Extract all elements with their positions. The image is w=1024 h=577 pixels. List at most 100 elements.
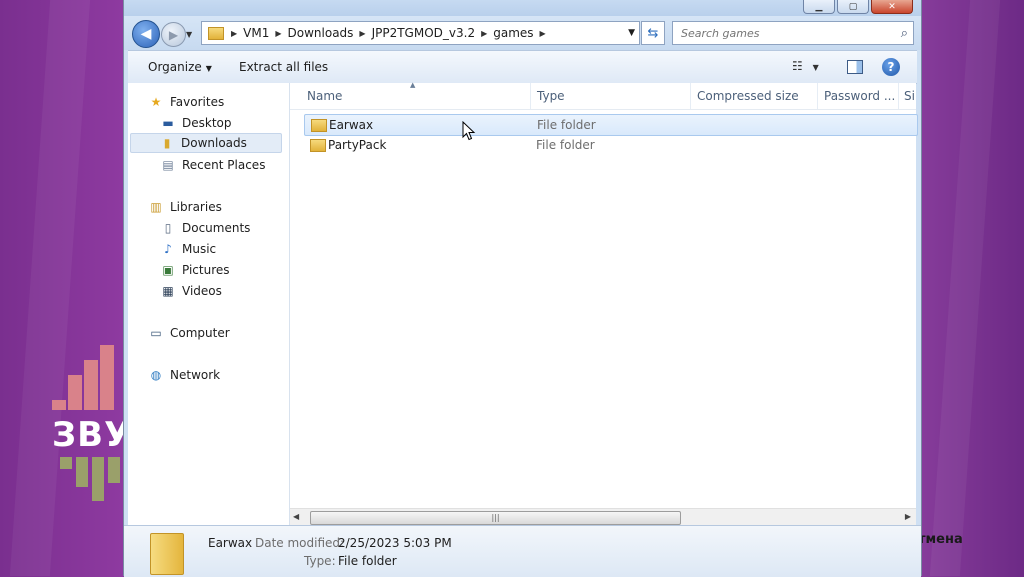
music-icon: ♪ (164, 242, 172, 256)
breadcrumb-downloads[interactable]: Downloads (285, 26, 357, 40)
organize-button[interactable]: Organize ▼ (148, 60, 212, 74)
column-divider[interactable] (530, 83, 531, 109)
videos-icon: ▦ (162, 284, 174, 298)
change-view-button[interactable]: ☷ ▼ (792, 59, 819, 73)
organize-label: Organize (148, 60, 202, 74)
sidebar-item-pictures[interactable]: ▣ Pictures (160, 260, 230, 280)
chevron-right-icon[interactable]: ▶ (356, 29, 368, 38)
folder-icon (208, 26, 224, 40)
column-compressed-size[interactable]: Compressed size (697, 89, 799, 103)
minimize-button[interactable]: ▁ (803, 0, 835, 14)
sidebar-label: Recent Places (182, 158, 266, 172)
date-modified-value: 2/25/2023 5:03 PM (338, 536, 452, 550)
chevron-down-icon: ▼ (812, 63, 819, 72)
file-row-earwax[interactable]: Earwax File folder (304, 114, 918, 136)
column-password[interactable]: Password ... (824, 89, 895, 103)
search-input[interactable] (679, 25, 883, 41)
file-list-pane: ▲ Name Type Compressed size Password ...… (290, 81, 918, 525)
breadcrumb-jpp2tgmod[interactable]: JPP2TGMOD_v3.2 (369, 26, 479, 40)
column-divider[interactable] (817, 83, 818, 109)
help-icon[interactable]: ? (882, 58, 900, 76)
maximize-button[interactable]: ▢ (837, 0, 869, 14)
navigation-bar: ◀ ▶ ▼ ▶ VM1 ▶ Downloads ▶ JPP2TGMOD_v3.2… (124, 16, 921, 50)
sidebar-item-downloads[interactable]: ▮ Downloads (130, 133, 282, 153)
sidebar-item-network[interactable]: ◍ Network (148, 365, 220, 385)
details-name: Earwax (208, 536, 253, 550)
column-type[interactable]: Type (537, 89, 565, 103)
watermark-logo: ЗВУ (52, 345, 132, 505)
folder-icon (311, 119, 327, 132)
scroll-right-icon[interactable]: ▶ (905, 512, 911, 521)
horizontal-scrollbar[interactable]: ◀ ||| ▶ (290, 508, 916, 526)
extract-all-files-button[interactable]: Extract all files (239, 60, 328, 74)
watermark-right-text: тмена (918, 532, 963, 547)
sidebar-label: Computer (170, 326, 230, 340)
sidebar-label: Libraries (170, 200, 222, 214)
details-pane: Earwax Date modified: 2/25/2023 5:03 PM … (124, 525, 921, 577)
breadcrumb-games[interactable]: games (490, 26, 536, 40)
sidebar-item-music[interactable]: ♪ Music (160, 239, 216, 259)
file-name: Earwax (329, 118, 374, 132)
file-name: PartyPack (328, 138, 387, 152)
file-type: File folder (537, 118, 596, 132)
watermark-text: ЗВУ (52, 415, 132, 455)
sidebar-label: Network (170, 368, 221, 382)
chevron-right-icon[interactable]: ▶ (272, 29, 284, 38)
libraries-icon: ▥ (150, 200, 162, 214)
scroll-left-icon[interactable]: ◀ (293, 512, 299, 521)
sort-ascending-icon: ▲ (410, 81, 416, 89)
downloads-folder-icon: ▮ (163, 136, 171, 150)
column-name[interactable]: Name (307, 89, 342, 103)
sidebar-item-computer[interactable]: ▭ Computer (148, 323, 230, 343)
sidebar-label: Documents (182, 221, 251, 235)
computer-icon: ▭ (150, 326, 162, 340)
search-icon[interactable]: ⌕ (901, 26, 908, 41)
column-size[interactable]: Si (904, 89, 916, 103)
chevron-right-icon[interactable]: ▶ (537, 29, 549, 38)
forward-button[interactable]: ▶ (161, 22, 186, 47)
sidebar-item-desktop[interactable]: ▬ Desktop (160, 113, 232, 133)
documents-icon: ▯ (164, 221, 172, 235)
sidebar-item-favorites[interactable]: ★ Favorites (148, 92, 225, 112)
address-bar[interactable]: ▶ VM1 ▶ Downloads ▶ JPP2TGMOD_v3.2 ▶ gam… (201, 21, 640, 45)
recent-pages-dropdown[interactable]: ▼ (186, 30, 192, 39)
sidebar-item-libraries[interactable]: ▥ Libraries (148, 197, 222, 217)
column-header-row: ▲ Name Type Compressed size Password ...… (290, 81, 916, 110)
file-row-partypack[interactable]: PartyPack File folder (304, 135, 916, 155)
desktop-icon: ▬ (162, 116, 174, 130)
sidebar-item-videos[interactable]: ▦ Videos (160, 281, 222, 301)
close-button[interactable]: ✕ (871, 0, 913, 14)
sidebar-label: Favorites (170, 95, 225, 109)
star-icon: ★ (150, 95, 162, 109)
search-box[interactable]: ⌕ (672, 21, 914, 45)
refresh-button[interactable]: ⇆ (641, 21, 665, 45)
address-dropdown-icon[interactable]: ▼ (624, 28, 639, 38)
chevron-down-icon: ▼ (205, 64, 212, 73)
sidebar-label: Pictures (182, 263, 230, 277)
preview-pane-icon[interactable] (847, 60, 863, 74)
sidebar-item-recent-places[interactable]: ▤ Recent Places (160, 155, 265, 175)
file-type: File folder (536, 138, 595, 152)
sidebar-label: Downloads (181, 136, 247, 150)
chevron-right-icon[interactable]: ▶ (478, 29, 490, 38)
type-value: File folder (338, 554, 397, 568)
breadcrumb-vm1[interactable]: VM1 (240, 26, 272, 40)
folder-large-icon (150, 533, 184, 575)
column-divider[interactable] (690, 83, 691, 109)
command-bar: Organize ▼ Extract all files ☷ ▼ ? (128, 50, 917, 84)
sidebar-label: Music (182, 242, 217, 256)
sidebar-label: Desktop (182, 116, 232, 130)
mouse-cursor-icon (462, 121, 476, 141)
back-button[interactable]: ◀ (132, 20, 160, 48)
chevron-right-icon[interactable]: ▶ (228, 29, 240, 38)
column-divider[interactable] (898, 83, 899, 109)
background-stripe (929, 0, 1001, 576)
sidebar-item-documents[interactable]: ▯ Documents (160, 218, 251, 238)
network-icon: ◍ (150, 368, 162, 382)
explorer-window: ▁ ▢ ✕ ◀ ▶ ▼ ▶ VM1 ▶ Downloads ▶ JPP2TGMO… (123, 0, 922, 577)
recent-places-icon: ▤ (162, 158, 174, 172)
folder-icon (310, 139, 326, 152)
navigation-pane: ★ Favorites ▬ Desktop ▮ Downloads ▤ Rece… (128, 83, 290, 525)
scrollbar-thumb[interactable]: ||| (310, 511, 681, 525)
date-modified-label: Date modified: (255, 536, 345, 550)
